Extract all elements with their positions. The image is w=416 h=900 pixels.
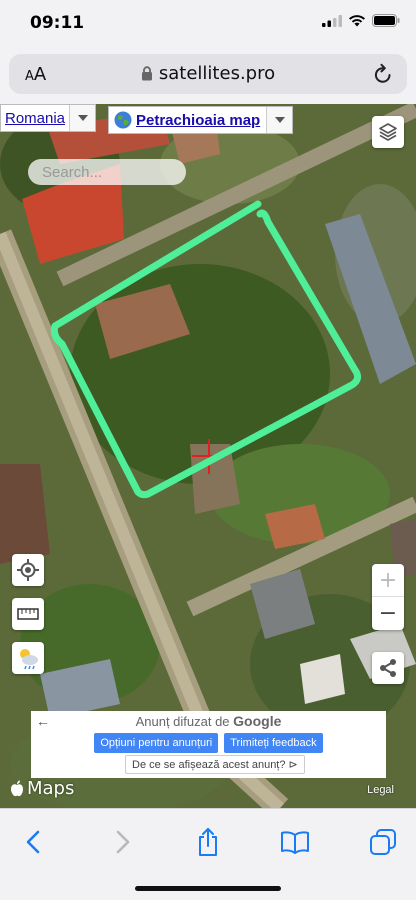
apple-logo-icon [11, 780, 23, 797]
ad-why-text: De ce se afișează acest anunț? [132, 759, 286, 771]
share-nodes-icon [380, 659, 396, 677]
ruler-button[interactable] [12, 598, 44, 630]
chevron-left-icon [26, 830, 40, 854]
cellular-signal-icon [322, 14, 342, 27]
google-logo: Google [233, 713, 282, 729]
maps-label: Maps [27, 778, 75, 799]
place-dropdown-button[interactable] [266, 107, 293, 133]
domain-text: satellites.pro [158, 63, 276, 84]
home-indicator [135, 886, 281, 891]
forward-button[interactable] [108, 827, 138, 857]
location-target-icon [17, 559, 39, 581]
my-location-button[interactable] [12, 554, 44, 586]
ad-why-link[interactable]: De ce se afișează acest anunț? ⊳ [125, 755, 305, 774]
share-icon [199, 828, 217, 856]
zoom-controls: + − [372, 564, 404, 630]
search-input[interactable] [28, 159, 186, 185]
reload-icon[interactable] [373, 63, 393, 85]
ad-title-prefix: Anunț difuzat de [135, 714, 230, 729]
weather-button[interactable] [12, 642, 44, 674]
place-link[interactable]: Petrachioaia map [136, 112, 266, 129]
ad-banner: ← Anunț difuzat de Google Opțiuni pentru… [31, 711, 386, 778]
ad-buttons: Opțiuni pentru anunțuri Trimiteți feedba… [31, 733, 386, 753]
weather-icon [20, 649, 38, 670]
back-button[interactable] [18, 827, 48, 857]
ad-title: Anunț difuzat de Google [31, 713, 386, 729]
lock-icon [141, 66, 152, 81]
status-bar: 09:11 [0, 0, 416, 48]
tabs-button[interactable] [368, 827, 398, 857]
ad-feedback-button[interactable]: Trimiteți feedback [224, 733, 323, 753]
address-field[interactable]: satellites.pro [9, 63, 407, 84]
zoom-in-button[interactable]: + [372, 564, 404, 597]
zoom-out-button[interactable]: − [372, 597, 404, 630]
country-dropdown-button[interactable] [69, 105, 96, 131]
share-sheet-button[interactable] [193, 827, 223, 857]
layers-button[interactable] [372, 116, 404, 148]
wifi-icon [349, 15, 365, 27]
layers-icon [379, 123, 397, 141]
ruler-icon [17, 608, 39, 620]
satellite-map[interactable]: Romania Petrachioaia map Search... + − ←… [0, 104, 416, 808]
apple-maps-logo: Maps [10, 778, 74, 799]
chevron-down-icon [274, 117, 285, 123]
country-link[interactable]: Romania [1, 110, 69, 127]
satellite-imagery [0, 104, 416, 808]
status-time: 09:11 [30, 13, 85, 33]
legal-link[interactable]: Legal [367, 784, 394, 796]
ad-info-icon: ⊳ [288, 759, 298, 771]
status-icons [322, 14, 400, 27]
country-selector[interactable]: Romania [0, 104, 97, 132]
ad-options-button[interactable]: Opțiuni pentru anunțuri [94, 733, 219, 753]
chevron-down-icon [77, 115, 88, 121]
screen: 09:11 AA satellites.pro Romania Petrachi… [0, 0, 416, 900]
place-selector[interactable]: Petrachioaia map [108, 106, 294, 134]
url-bar[interactable]: AA satellites.pro [9, 54, 407, 94]
battery-icon [372, 14, 400, 27]
share-button[interactable] [372, 652, 404, 684]
globe-icon [114, 111, 132, 129]
tabs-icon [370, 829, 396, 855]
bookmarks-button[interactable] [280, 827, 310, 857]
chevron-right-icon [116, 830, 130, 854]
book-icon [281, 831, 309, 854]
